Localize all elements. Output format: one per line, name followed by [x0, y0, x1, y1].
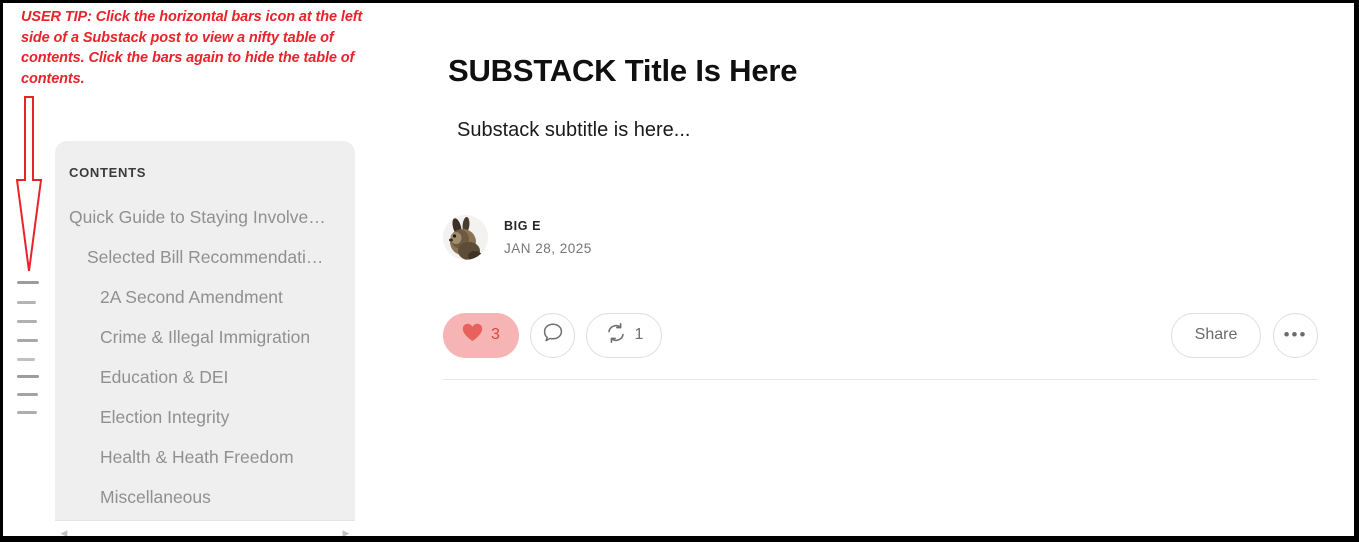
share-button[interactable]: Share: [1171, 312, 1261, 358]
scrollbar-track[interactable]: [73, 521, 337, 536]
heart-icon: [462, 323, 483, 347]
toc-item[interactable]: Education & DEI: [55, 357, 355, 397]
toc-list: Quick Guide to Staying Involve… Selected…: [55, 197, 355, 517]
scroll-right-arrow-icon[interactable]: ▶: [337, 528, 355, 536]
divider: [443, 379, 1318, 380]
toc-item[interactable]: Crime & Illegal Immigration: [55, 317, 355, 357]
toc-item[interactable]: Selected Bill Recommendati…: [55, 237, 355, 277]
scroll-left-arrow-icon[interactable]: ◀: [55, 528, 73, 536]
toc-scroll-region: CONTENTS Quick Guide to Staying Involve……: [55, 141, 355, 520]
restack-count: 1: [634, 326, 644, 343]
byline: BIG E JAN 28, 2025: [443, 215, 592, 260]
toc-bar: [17, 339, 38, 342]
restack-button[interactable]: 1: [586, 312, 662, 358]
horizontal-bars-icon[interactable]: [17, 275, 45, 414]
toc-bar: [17, 301, 36, 304]
toc-bar: [17, 281, 39, 284]
toc-item[interactable]: Miscellaneous: [55, 477, 355, 517]
action-bar-right: Share •••: [1171, 312, 1318, 358]
author-name[interactable]: BIG E: [504, 218, 592, 234]
post-subtitle: Substack subtitle is here...: [457, 119, 691, 141]
user-tip-annotation: USER TIP: Click the horizontal bars icon…: [21, 9, 363, 87]
toc-item[interactable]: Health & Heath Freedom: [55, 437, 355, 477]
toc-bar: [17, 375, 39, 378]
toc-heading: CONTENTS: [69, 165, 147, 180]
page-title: SUBSTACK Title Is Here: [448, 53, 798, 88]
toc-bar: [17, 358, 35, 361]
post-action-bar: 3 1 Share •••: [443, 311, 1318, 359]
toc-item[interactable]: Quick Guide to Staying Involve…: [55, 197, 355, 237]
restack-icon: [605, 322, 627, 349]
like-count: 3: [491, 326, 500, 343]
screenshot-frame: USER TIP: Click the horizontal bars icon…: [0, 0, 1359, 542]
byline-text: BIG E JAN 28, 2025: [504, 218, 592, 257]
toc-item[interactable]: Election Integrity: [55, 397, 355, 437]
comment-button[interactable]: [530, 312, 575, 358]
toc-bar: [17, 393, 38, 396]
avatar[interactable]: [443, 215, 488, 260]
post-column: SUBSTACK Title Is Here Substack subtitle…: [443, 3, 1354, 536]
action-bar-left: 3 1: [443, 312, 662, 358]
comment-bubble-icon: [542, 322, 564, 349]
toc-bar: [17, 411, 37, 414]
like-button[interactable]: 3: [443, 312, 519, 358]
horizontal-scrollbar[interactable]: ◀ ▶: [55, 520, 355, 536]
table-of-contents-panel: CONTENTS Quick Guide to Staying Involve……: [55, 141, 355, 536]
toc-item[interactable]: 2A Second Amendment: [55, 277, 355, 317]
ellipsis-icon[interactable]: •••: [1273, 312, 1318, 358]
post-date: JAN 28, 2025: [504, 241, 592, 256]
toc-bar: [17, 320, 37, 323]
down-arrow-icon: [13, 95, 49, 273]
